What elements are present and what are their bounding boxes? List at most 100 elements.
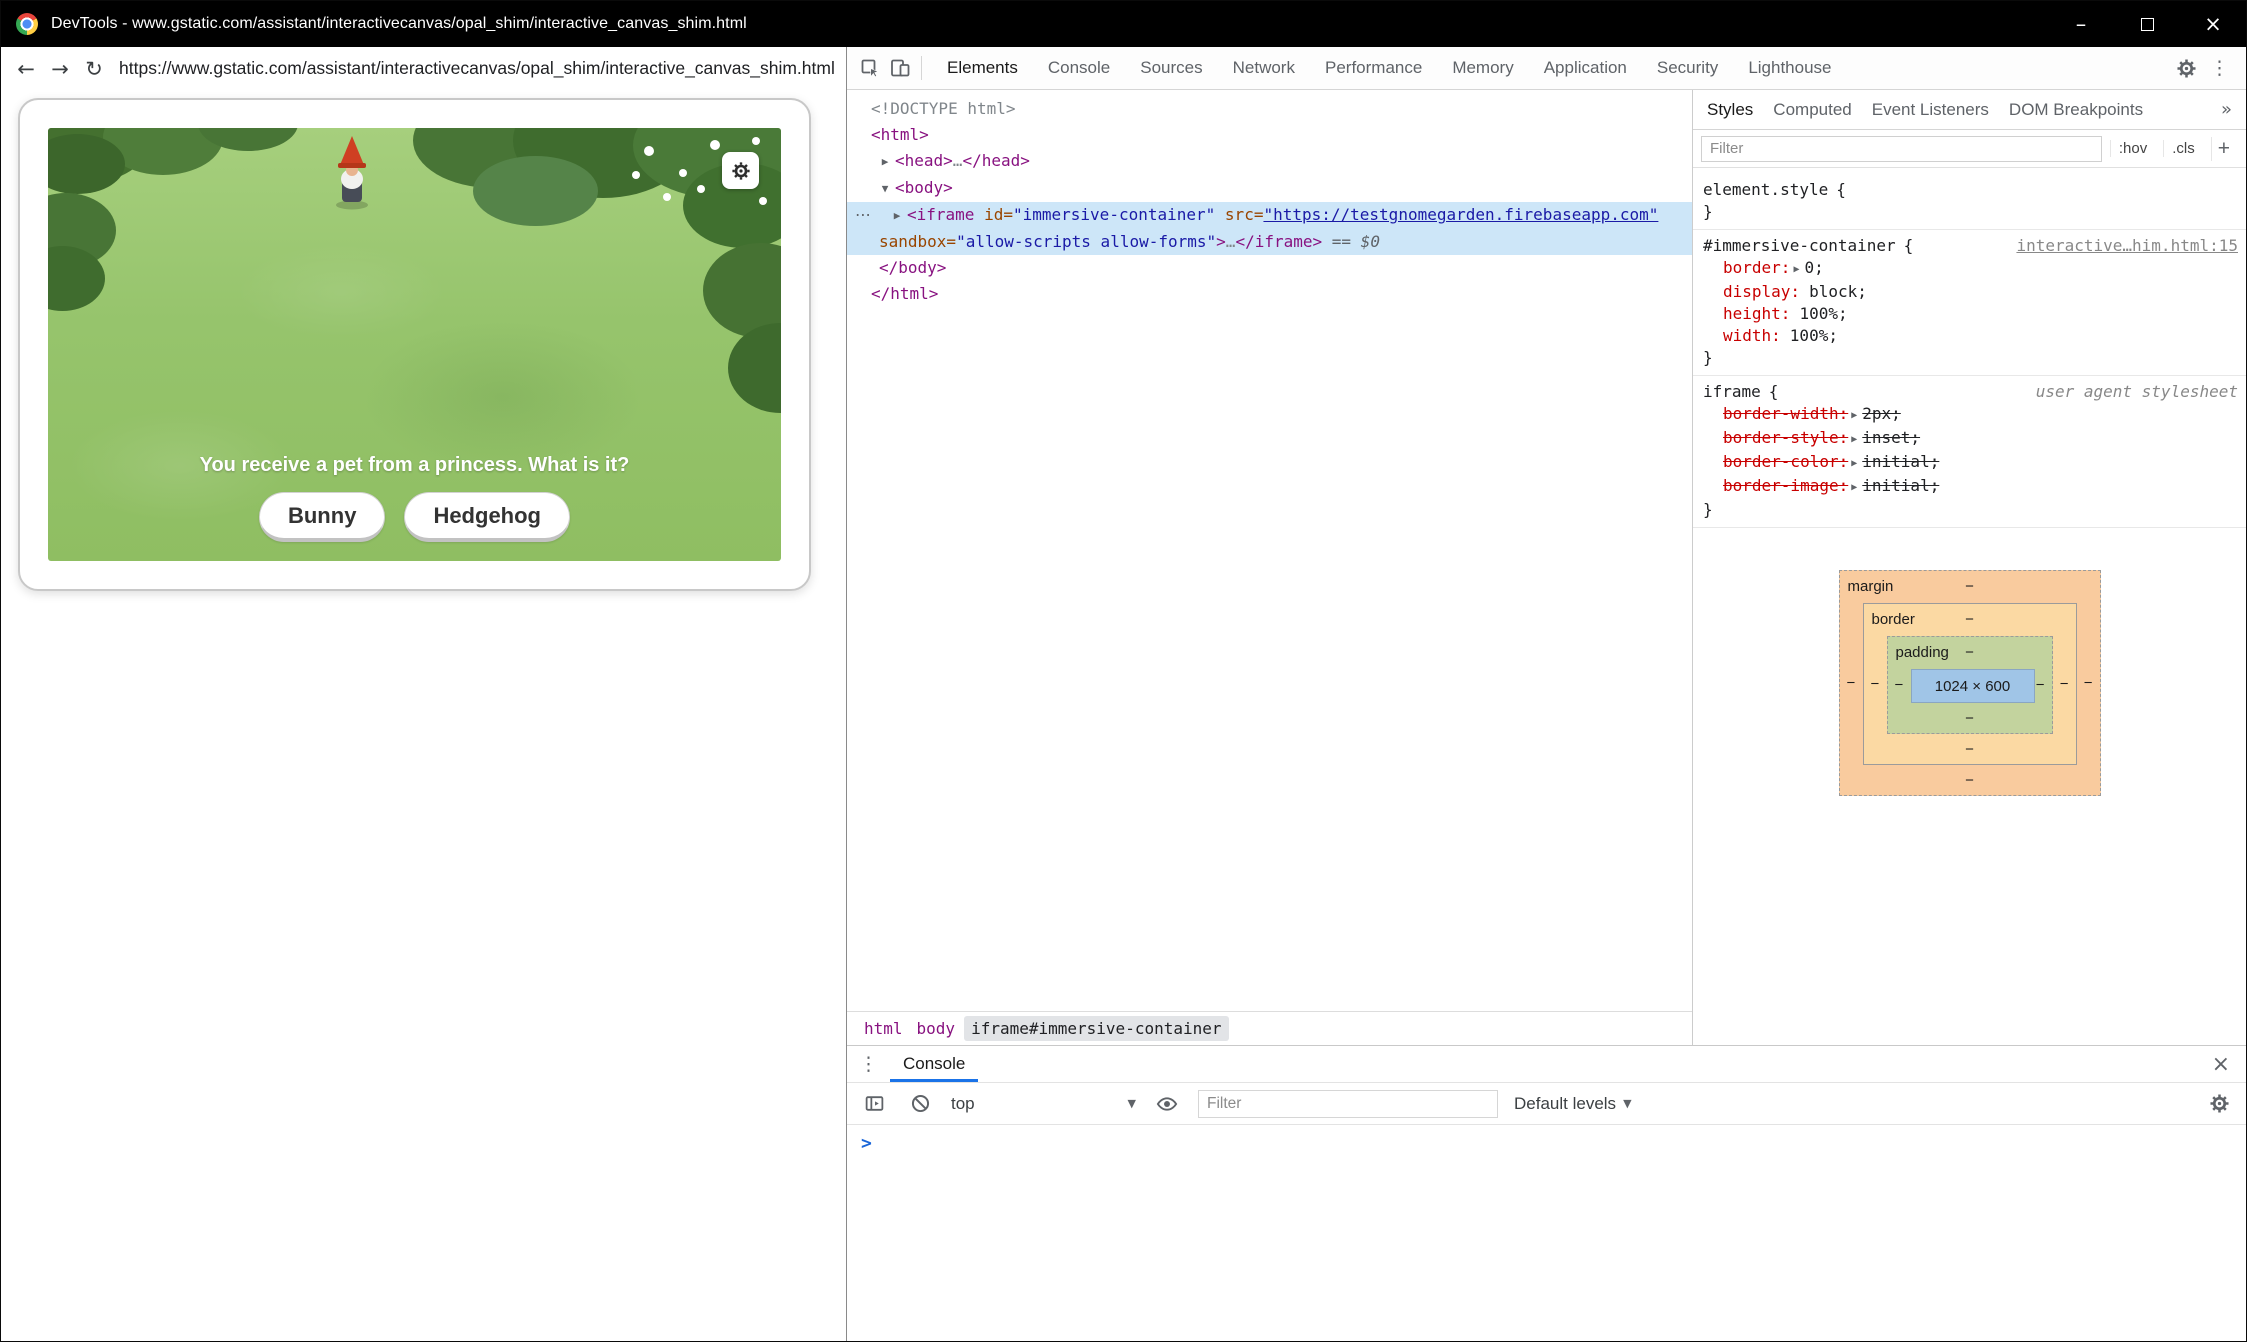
console-settings-gear-icon[interactable] <box>2204 1089 2234 1119</box>
devtools-toolbar-right: ⋮ <box>2171 53 2246 83</box>
console-sidebar-toggle-icon[interactable] <box>859 1089 889 1119</box>
chevron-down-icon: ▼ <box>1128 1097 1136 1110</box>
tab-performance[interactable]: Performance <box>1310 47 1437 89</box>
minimize-button[interactable]: – <box>2048 1 2114 47</box>
tree-row-html-close[interactable]: </html> <box>847 281 1692 307</box>
tab-network[interactable]: Network <box>1218 47 1310 89</box>
top-strip: ← → ↻ https://www.gstatic.com/assistant/… <box>1 47 2246 90</box>
inspect-element-icon[interactable] <box>855 53 885 83</box>
pseudo-state-button[interactable]: :hov <box>2110 140 2155 157</box>
console-output[interactable]: > <box>847 1125 2246 1341</box>
styles-filter-input[interactable] <box>1701 136 2102 162</box>
crumb-iframe[interactable]: iframe#immersive-container <box>964 1016 1228 1041</box>
styles-filter-row: :hov .cls + <box>1693 130 2246 168</box>
tab-lighthouse[interactable]: Lighthouse <box>1733 47 1846 89</box>
tree-row-head[interactable]: ▶<head>…</head> <box>847 148 1692 175</box>
address-bar[interactable]: https://www.gstatic.com/assistant/intera… <box>119 58 846 79</box>
tab-console[interactable]: Console <box>1033 47 1125 89</box>
live-expression-eye-icon[interactable] <box>1152 1089 1182 1119</box>
user-agent-stylesheet-label: user agent stylesheet <box>2026 381 2238 403</box>
drawer-tab-bar: ⋮ Console × <box>847 1046 2246 1083</box>
border-box: border − − − − padding − − − <box>1863 603 2077 765</box>
tree-row-body-close[interactable]: </body> <box>847 255 1692 281</box>
css-property[interactable]: display:block; <box>1693 281 2246 303</box>
clear-console-icon[interactable] <box>905 1089 935 1119</box>
canvas-settings-button[interactable] <box>722 152 759 189</box>
drawer-menu-icon[interactable]: ⋮ <box>847 1046 890 1082</box>
tablet-frame: You receive a pet from a princess. What … <box>18 98 811 591</box>
box-model: margin − − − − border − − − − <box>1839 570 2101 796</box>
twisty-collapsed-icon[interactable]: ▶ <box>875 149 895 175</box>
more-options-icon[interactable]: ⋮ <box>2201 57 2238 79</box>
tab-sources[interactable]: Sources <box>1125 47 1217 89</box>
console-filter-input[interactable] <box>1198 1090 1498 1118</box>
twisty-collapsed-icon[interactable]: ▶ <box>887 203 907 229</box>
drawer-tab-console[interactable]: Console <box>890 1046 978 1082</box>
styles-content: element.style{ } #immersive-container{in… <box>1693 168 2246 1045</box>
reload-button[interactable]: ↻ <box>77 57 111 81</box>
drawer-close-icon[interactable]: × <box>2196 1046 2246 1082</box>
rule-immersive-container[interactable]: #immersive-container{interactive…him.htm… <box>1693 230 2246 376</box>
white-flowers <box>48 128 54 134</box>
device-toolbar-icon[interactable] <box>885 53 915 83</box>
close-button[interactable]: × <box>2180 1 2246 47</box>
tree-row-iframe-selected[interactable]: ⋯▶<iframe id="immersive-container" src="… <box>847 202 1692 255</box>
tree-row-html-open[interactable]: <html> <box>847 122 1692 148</box>
expand-shorthand-icon[interactable]: ▶ <box>1851 458 1857 469</box>
console-prompt[interactable]: > <box>861 1133 872 1154</box>
choice-button-bunny[interactable]: Bunny <box>259 492 385 542</box>
log-levels-selector[interactable]: Default levels▼ <box>1514 1094 1632 1114</box>
css-property-overridden[interactable]: border-image:▶initial; <box>1693 475 2246 499</box>
overflow-tabs-icon[interactable]: » <box>2211 99 2242 120</box>
rule-iframe-user-agent[interactable]: iframe{user agent stylesheet border-widt… <box>1693 376 2246 528</box>
tab-application[interactable]: Application <box>1529 47 1642 89</box>
tab-styles[interactable]: Styles <box>1697 90 1763 129</box>
expand-shorthand-icon[interactable]: ▶ <box>1793 264 1799 275</box>
tab-event-listeners[interactable]: Event Listeners <box>1862 90 1999 129</box>
crumb-html[interactable]: html <box>857 1016 910 1041</box>
expand-shorthand-icon[interactable]: ▶ <box>1851 410 1857 421</box>
selector[interactable]: iframe <box>1703 381 1761 403</box>
content-box: 1024 × 600 <box>1911 669 2035 703</box>
expand-shorthand-icon[interactable]: ▶ <box>1851 434 1857 445</box>
tree-row-body-open[interactable]: ▼<body> <box>847 175 1692 202</box>
devtools-panel: <!DOCTYPE html> <html> ▶<head>…</head> ▼… <box>847 90 2246 1341</box>
tab-security[interactable]: Security <box>1642 47 1733 89</box>
devtools-body: <!DOCTYPE html> <html> ▶<head>…</head> ▼… <box>847 90 2246 1045</box>
selector[interactable]: element.style <box>1703 179 1828 201</box>
tab-elements[interactable]: Elements <box>932 47 1033 89</box>
css-property[interactable]: height:100%; <box>1693 303 2246 325</box>
class-toggle-button[interactable]: .cls <box>2163 140 2203 157</box>
styles-sidebar: Styles Computed Event Listeners DOM Brea… <box>1692 90 2246 1045</box>
chevron-down-icon: ▼ <box>1623 1097 1631 1110</box>
forward-button[interactable]: → <box>43 57 77 81</box>
maximize-button[interactable] <box>2114 1 2180 47</box>
maximize-icon <box>2141 18 2154 31</box>
tab-computed[interactable]: Computed <box>1763 90 1861 129</box>
rule-element-style[interactable]: element.style{ } <box>1693 174 2246 230</box>
css-property[interactable]: width:100%; <box>1693 325 2246 347</box>
css-property-overridden[interactable]: border-color:▶initial; <box>1693 451 2246 475</box>
garden-gnome <box>326 134 378 212</box>
crumb-body[interactable]: body <box>910 1016 963 1041</box>
choice-button-hedgehog[interactable]: Hedgehog <box>404 492 570 542</box>
tab-memory[interactable]: Memory <box>1437 47 1528 89</box>
iframe-src-link[interactable]: "https://testgnomegarden.firebaseapp.com… <box>1263 205 1658 224</box>
context-selector[interactable]: top▼ <box>951 1094 1136 1114</box>
tab-dom-breakpoints[interactable]: DOM Breakpoints <box>1999 90 2153 129</box>
node-menu-dots-icon[interactable]: ⋯ <box>855 202 871 228</box>
page-pane: You receive a pet from a princess. What … <box>1 90 847 1341</box>
new-style-rule-button[interactable]: + <box>2211 137 2238 161</box>
twisty-expanded-icon[interactable]: ▼ <box>875 176 895 202</box>
css-property-overridden[interactable]: border-style:▶inset; <box>1693 427 2246 451</box>
css-property-overridden[interactable]: border-width:▶2px; <box>1693 403 2246 427</box>
back-button[interactable]: ← <box>9 57 43 81</box>
expand-shorthand-icon[interactable]: ▶ <box>1851 482 1857 493</box>
bush <box>728 323 781 413</box>
stylesheet-source-link[interactable]: interactive…him.html:15 <box>2006 235 2238 257</box>
tree-row-doctype[interactable]: <!DOCTYPE html> <box>847 96 1692 122</box>
css-property[interactable]: border:▶0; <box>1693 257 2246 281</box>
settings-gear-icon[interactable] <box>2171 53 2201 83</box>
selector[interactable]: #immersive-container <box>1703 235 1896 257</box>
breadcrumb: html body iframe#immersive-container <box>847 1011 1692 1045</box>
